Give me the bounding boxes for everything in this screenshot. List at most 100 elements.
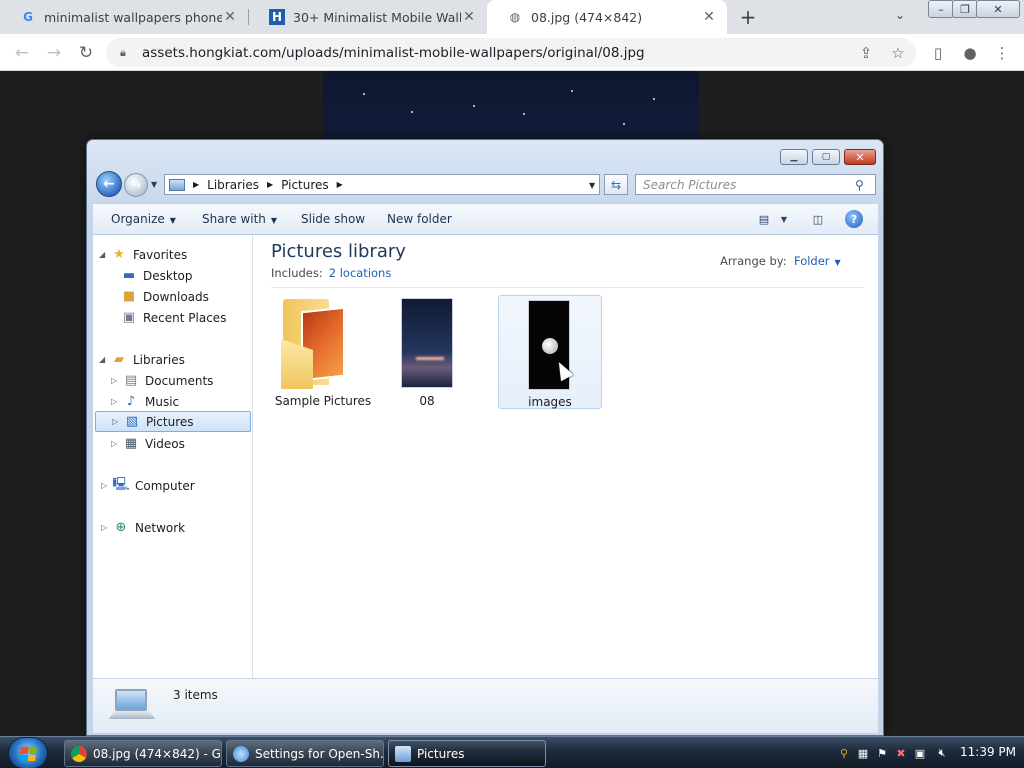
network-icon: ⊕: [115, 520, 127, 535]
includes-locations-link[interactable]: 2 locations: [329, 266, 392, 280]
explorer-address-bar[interactable]: ▶ Libraries ▶ Pictures ▶: [164, 174, 600, 195]
nav-music[interactable]: ▷ ♪ Music: [111, 391, 249, 412]
explorer-close-button[interactable]: ✕: [844, 149, 876, 165]
slide-show-button[interactable]: Slide show: [301, 212, 365, 226]
search-pictures-input[interactable]: Search Pictures ⚲: [635, 174, 876, 195]
network-tray-icon[interactable]: ▦: [855, 745, 871, 761]
help-icon[interactable]: ?: [845, 210, 863, 228]
breadcrumb-pictures[interactable]: Pictures: [281, 178, 329, 192]
system-clock[interactable]: 11:39 PM: [960, 745, 1016, 759]
libraries-icon: ▰: [114, 352, 124, 367]
nav-desktop[interactable]: ▬ Desktop: [121, 265, 249, 286]
taskbar-chrome[interactable]: 08.jpg (474×842) - Go...: [64, 740, 222, 767]
close-window-button[interactable]: ✕: [976, 0, 1020, 18]
reload-button[interactable]: ↻: [74, 41, 98, 65]
share-with-button[interactable]: Share with ▼: [202, 212, 277, 226]
refresh-icon[interactable]: ⇆: [604, 174, 628, 195]
nav-network[interactable]: ▷ ⊕ Network: [101, 517, 249, 538]
address-history-dropdown-icon[interactable]: ▼: [589, 181, 595, 190]
file-item-sample-pictures[interactable]: Sample Pictures: [271, 295, 375, 409]
close-tab-icon[interactable]: ✕: [222, 9, 238, 25]
tab-search-chevron-icon[interactable]: ⌄: [895, 8, 905, 22]
collapsed-triangle-icon[interactable]: ▷: [111, 439, 121, 448]
collapsed-triangle-icon[interactable]: ▷: [111, 376, 121, 385]
action-center-tray-icon[interactable]: ⚑: [874, 745, 890, 761]
nav-network-label: Network: [135, 520, 186, 535]
library-title: Pictures library: [271, 241, 406, 262]
bookmark-star-icon[interactable]: ☆: [886, 41, 910, 65]
breadcrumb-arrow-icon[interactable]: ▶: [193, 180, 199, 189]
star: [363, 93, 365, 95]
back-arrow-icon[interactable]: ←: [96, 171, 122, 197]
nav-recent-places[interactable]: ▣ Recent Places: [121, 307, 249, 328]
star: [571, 90, 573, 92]
nav-downloads-label: Downloads: [143, 289, 209, 304]
taskbar-open-shell-settings[interactable]: Settings for Open-Sh...: [226, 740, 384, 767]
side-panel-icon[interactable]: ▯: [926, 41, 950, 65]
preview-pane-icon[interactable]: ◫: [809, 211, 827, 227]
library-includes: Includes: 2 locations: [271, 266, 391, 280]
menu-kebab-icon[interactable]: ⋮: [990, 41, 1014, 65]
collapsed-triangle-icon[interactable]: ▷: [111, 397, 121, 406]
nav-pictures[interactable]: ▷ ▧ Pictures: [95, 411, 251, 432]
breadcrumb-arrow-icon[interactable]: ▶: [337, 180, 343, 189]
search-icon[interactable]: ⚲: [855, 178, 875, 192]
breadcrumb-arrow-icon[interactable]: ▶: [267, 180, 273, 189]
close-tab-icon[interactable]: ✕: [461, 9, 477, 25]
organize-button[interactable]: Organize ▼: [111, 212, 176, 226]
nav-recent-places-label: Recent Places: [143, 310, 227, 325]
display-tray-icon[interactable]: ▣: [912, 745, 928, 761]
tab-hongkiat[interactable]: H 30+ Minimalist Mobile Wallpaper ✕: [249, 0, 487, 34]
share-icon[interactable]: ⇪: [854, 41, 878, 65]
new-folder-button[interactable]: New folder: [387, 212, 452, 226]
collapsed-triangle-icon[interactable]: ▷: [101, 523, 111, 532]
navigation-pane: ◢ ★ Favorites ▬ Desktop ■ Downloads ▣ Re…: [93, 235, 253, 678]
expanded-triangle-icon[interactable]: ◢: [99, 250, 109, 259]
collapsed-triangle-icon[interactable]: ▷: [101, 481, 111, 490]
share-with-label: Share with: [202, 212, 266, 226]
lock-icon: 🔒︎: [120, 45, 126, 59]
nav-downloads[interactable]: ■ Downloads: [121, 286, 249, 307]
nav-computer[interactable]: ▷ 🖳︎ Computer: [101, 475, 249, 496]
taskbar-pictures[interactable]: Pictures: [388, 740, 546, 767]
tab-image-08[interactable]: ◍ 08.jpg (474×842) ✕: [487, 0, 727, 34]
volume-muted-icon[interactable]: 🔇︎: [934, 745, 950, 761]
tab-title: 30+ Minimalist Mobile Wallpaper: [293, 9, 461, 25]
forward-arrow-icon[interactable]: →: [124, 173, 148, 197]
forward-button[interactable]: →: [42, 41, 66, 65]
change-view-icon[interactable]: ▤: [755, 211, 773, 227]
file-item-08[interactable]: 08: [375, 295, 479, 409]
expanded-triangle-icon[interactable]: ◢: [99, 355, 109, 364]
profile-avatar-icon[interactable]: ●: [958, 41, 982, 65]
nav-libraries[interactable]: ◢ ▰ Libraries: [99, 349, 249, 370]
arrange-by-dropdown[interactable]: Folder ▼: [794, 254, 841, 268]
tab-google-search[interactable]: G minimalist wallpapers phone - G ✕: [0, 0, 248, 34]
view-options-chevron-icon[interactable]: ▼: [775, 211, 793, 227]
nav-favorites[interactable]: ◢ ★ Favorites: [99, 244, 249, 265]
start-button[interactable]: [8, 737, 48, 768]
organize-label: Organize: [111, 212, 165, 226]
browser-toolbar: ← → ↻ 🔒︎ assets.hongkiat.com/uploads/min…: [0, 34, 1024, 71]
new-tab-button[interactable]: +: [736, 5, 760, 29]
back-button[interactable]: ←: [10, 41, 34, 65]
explorer-folder-icon: [395, 745, 411, 762]
explorer-maximize-button[interactable]: ▢: [812, 149, 840, 165]
nav-videos[interactable]: ▷ ▦ Videos: [111, 433, 249, 454]
explorer-minimize-button[interactable]: ▁: [780, 149, 808, 165]
search-tray-icon[interactable]: ⚲: [836, 745, 852, 761]
star: [411, 111, 413, 113]
breadcrumb-libraries[interactable]: Libraries: [207, 178, 259, 192]
minimize-button[interactable]: –: [928, 0, 954, 18]
collapsed-triangle-icon[interactable]: ▷: [112, 417, 122, 426]
close-tab-icon[interactable]: ✕: [701, 9, 717, 25]
file-item-images[interactable]: images: [498, 295, 602, 409]
address-bar[interactable]: 🔒︎ assets.hongkiat.com/uploads/minimalis…: [106, 38, 916, 67]
nav-documents[interactable]: ▷ ▤ Documents: [111, 370, 249, 391]
includes-label: Includes:: [271, 266, 323, 280]
chevron-down-icon: ▼: [834, 258, 841, 267]
search-placeholder: Search Pictures: [643, 177, 737, 192]
flag-error-tray-icon[interactable]: ✖: [893, 745, 909, 761]
maximize-button[interactable]: ❐: [952, 0, 978, 18]
tab-title: minimalist wallpapers phone - G: [44, 9, 222, 25]
recent-pages-dropdown-icon[interactable]: ▼: [151, 180, 157, 189]
